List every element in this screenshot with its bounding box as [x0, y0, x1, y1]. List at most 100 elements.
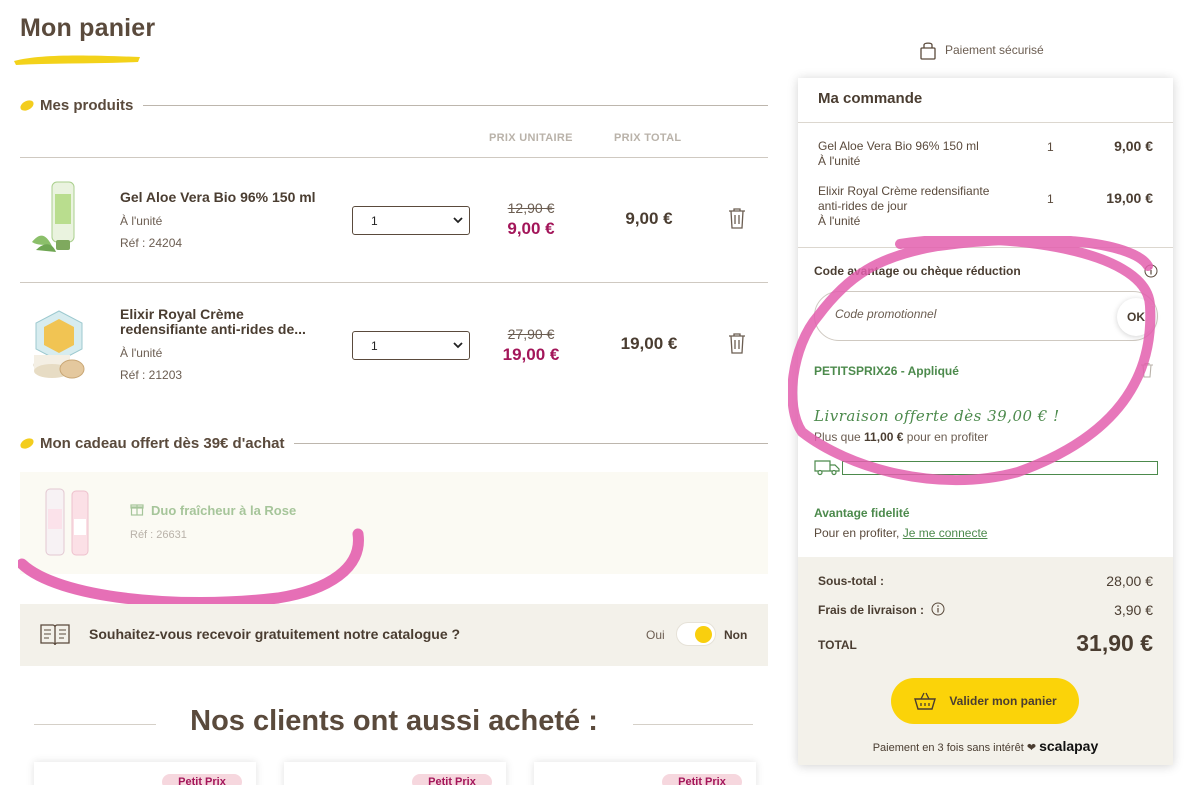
totals-panel: Sous-total : 28,00 € Frais de livraison … — [798, 557, 1173, 765]
cart-item-row: Gel Aloe Vera Bio 96% 150 ml À l'unité R… — [20, 158, 768, 282]
order-item-qty: 1 — [1047, 192, 1054, 206]
chevron-down-icon — [453, 217, 463, 224]
product-ref: Réf : 21203 — [120, 368, 183, 382]
free-shipping-amount: 11,00 € — [864, 430, 904, 444]
shipping-fee-value: 3,90 € — [1114, 602, 1153, 618]
divider — [798, 247, 1173, 248]
loyalty-text: Pour en profiter, Je me connecte — [814, 526, 987, 540]
pink-annotation-stroke — [18, 528, 364, 609]
validate-cart-button[interactable]: Valider mon panier — [891, 678, 1079, 724]
total-label: TOTAL — [818, 638, 857, 652]
loyalty-text-lead: Pour en profiter, — [814, 526, 900, 540]
order-summary-title: Ma commande — [818, 90, 923, 107]
login-link[interactable]: Je me connecte — [903, 526, 988, 540]
divider — [798, 122, 1173, 123]
toggle-knob — [695, 626, 712, 643]
recommended-product-card[interactable]: Petit Prix — [34, 762, 256, 785]
order-item-name: Elixir Royal Crème redensifiante anti-ri… — [818, 184, 1018, 229]
total-value: 31,90 € — [1076, 630, 1153, 656]
product-name[interactable]: Elixir Royal Crème redensifiante anti-ri… — [120, 307, 330, 337]
free-shipping-progress-bar — [842, 461, 1158, 475]
installments-notice: Paiement en 3 fois sans intérêt ❤ scalap… — [798, 738, 1173, 754]
petit-prix-badge: Petit Prix — [412, 774, 492, 785]
discounted-price: 19,00 € — [502, 345, 560, 364]
subtotal-label: Sous-total : — [818, 574, 884, 588]
divider — [294, 443, 768, 444]
toggle-label-yes: Oui — [646, 628, 665, 642]
toggle-label-no: Non — [724, 628, 748, 642]
delivery-truck-icon — [814, 460, 840, 476]
col-unit-price: PRIX UNITAIRE — [489, 132, 573, 144]
gift-heading: Mon cadeau offert dès 39€ d'achat — [40, 435, 285, 452]
product-ref: Réf : 24204 — [120, 236, 183, 250]
scalapay-logo: scalapay — [1039, 738, 1099, 754]
secure-payment-label: Paiement sécurisé — [945, 43, 1044, 57]
promo-code-field: OK — [814, 291, 1158, 341]
order-item-price: 19,00 € — [1106, 190, 1153, 206]
lock-icon — [920, 42, 936, 60]
order-item-unit: À l'unité — [818, 154, 861, 168]
info-icon[interactable] — [931, 602, 945, 616]
recommended-product-card[interactable]: Petit Prix — [534, 762, 756, 785]
secure-payment-notice: Paiement sécurisé — [919, 40, 1044, 60]
petit-prix-badge: Petit Prix — [662, 774, 742, 785]
free-shipping-remaining: Plus que 11,00 € pour en profiter — [814, 430, 988, 444]
old-price: 12,90 € — [507, 200, 555, 216]
quantity-value: 1 — [371, 213, 378, 228]
order-item-qty: 1 — [1047, 140, 1054, 154]
trash-icon[interactable] — [727, 332, 747, 354]
basket-icon — [914, 692, 937, 710]
chevron-down-icon — [453, 342, 463, 349]
free-shipping-headline: Livraison offerte dès 39,00 € ! — [814, 407, 1060, 425]
products-section-header: Mes produits — [18, 97, 768, 114]
order-item-title: Elixir Royal Crème redensifiante — [818, 184, 990, 198]
order-item-unit: À l'unité — [818, 214, 861, 228]
applied-promo-code: PETITSPRIX26 - Appliqué — [814, 364, 959, 378]
quantity-select[interactable]: 1 — [352, 331, 470, 360]
product-image-elixir-royal — [33, 310, 85, 379]
promo-code-label: Code avantage ou chèque réduction — [814, 264, 1021, 278]
line-total: 9,00 € — [625, 209, 673, 228]
validate-cart-label: Valider mon panier — [949, 694, 1057, 708]
trash-icon[interactable] — [727, 207, 747, 229]
petit-prix-badge: Petit Prix — [162, 774, 242, 785]
gift-section-header: Mon cadeau offert dès 39€ d'achat — [18, 435, 768, 452]
catalog-toggle[interactable] — [676, 622, 716, 646]
subtotal-value: 28,00 € — [1106, 573, 1153, 589]
products-heading: Mes produits — [40, 97, 134, 114]
table-column-headers: PRIX UNITAIRE PRIX TOTAL — [20, 132, 768, 146]
promo-code-input[interactable] — [835, 307, 1095, 321]
quantity-value: 1 — [371, 338, 378, 353]
gift-icon — [130, 504, 144, 516]
divider — [143, 105, 768, 106]
gift-name: Duo fraîcheur à la Rose — [151, 503, 297, 518]
leaf-icon — [18, 99, 36, 112]
recommendations-title: Nos clients ont aussi acheté : — [190, 705, 598, 737]
installments-text: Paiement en 3 fois sans intérêt — [872, 742, 1024, 754]
shipping-fee-label: Frais de livraison : — [818, 603, 925, 617]
catalog-book-icon — [40, 624, 70, 646]
catalog-question: Souhaitez-vous recevoir gratuitement not… — [89, 626, 461, 642]
product-name[interactable]: Gel Aloe Vera Bio 96% 150 ml — [120, 190, 330, 205]
product-image-aloe-gel — [32, 181, 75, 252]
recommended-product-card[interactable]: Petit Prix — [284, 762, 506, 785]
page-title: Mon panier — [20, 14, 156, 42]
product-unit: À l'unité — [120, 214, 163, 228]
apply-promo-button[interactable]: OK — [1117, 298, 1155, 336]
free-shipping-pre: Plus que — [814, 430, 861, 444]
col-total-price: PRIX TOTAL — [614, 132, 682, 144]
remove-promo-trash-icon[interactable] — [1140, 362, 1154, 378]
cart-item-row: Elixir Royal Crème redensifiante anti-ri… — [20, 283, 768, 407]
order-item-title-cont: anti-rides de jour — [818, 199, 908, 213]
free-shipping-post: pour en profiter — [906, 430, 989, 444]
info-icon[interactable] — [1144, 264, 1158, 278]
line-total: 19,00 € — [620, 334, 678, 353]
discounted-price: 9,00 € — [507, 219, 555, 238]
order-item-title: Gel Aloe Vera Bio 96% 150 ml — [818, 139, 979, 153]
order-item-name: Gel Aloe Vera Bio 96% 150 ml À l'unité — [818, 139, 1018, 169]
product-unit: À l'unité — [120, 346, 163, 360]
loyalty-title: Avantage fidelité — [814, 506, 910, 520]
quantity-select[interactable]: 1 — [352, 206, 470, 235]
leaf-icon — [18, 437, 36, 450]
title-underline-decoration — [14, 55, 140, 65]
